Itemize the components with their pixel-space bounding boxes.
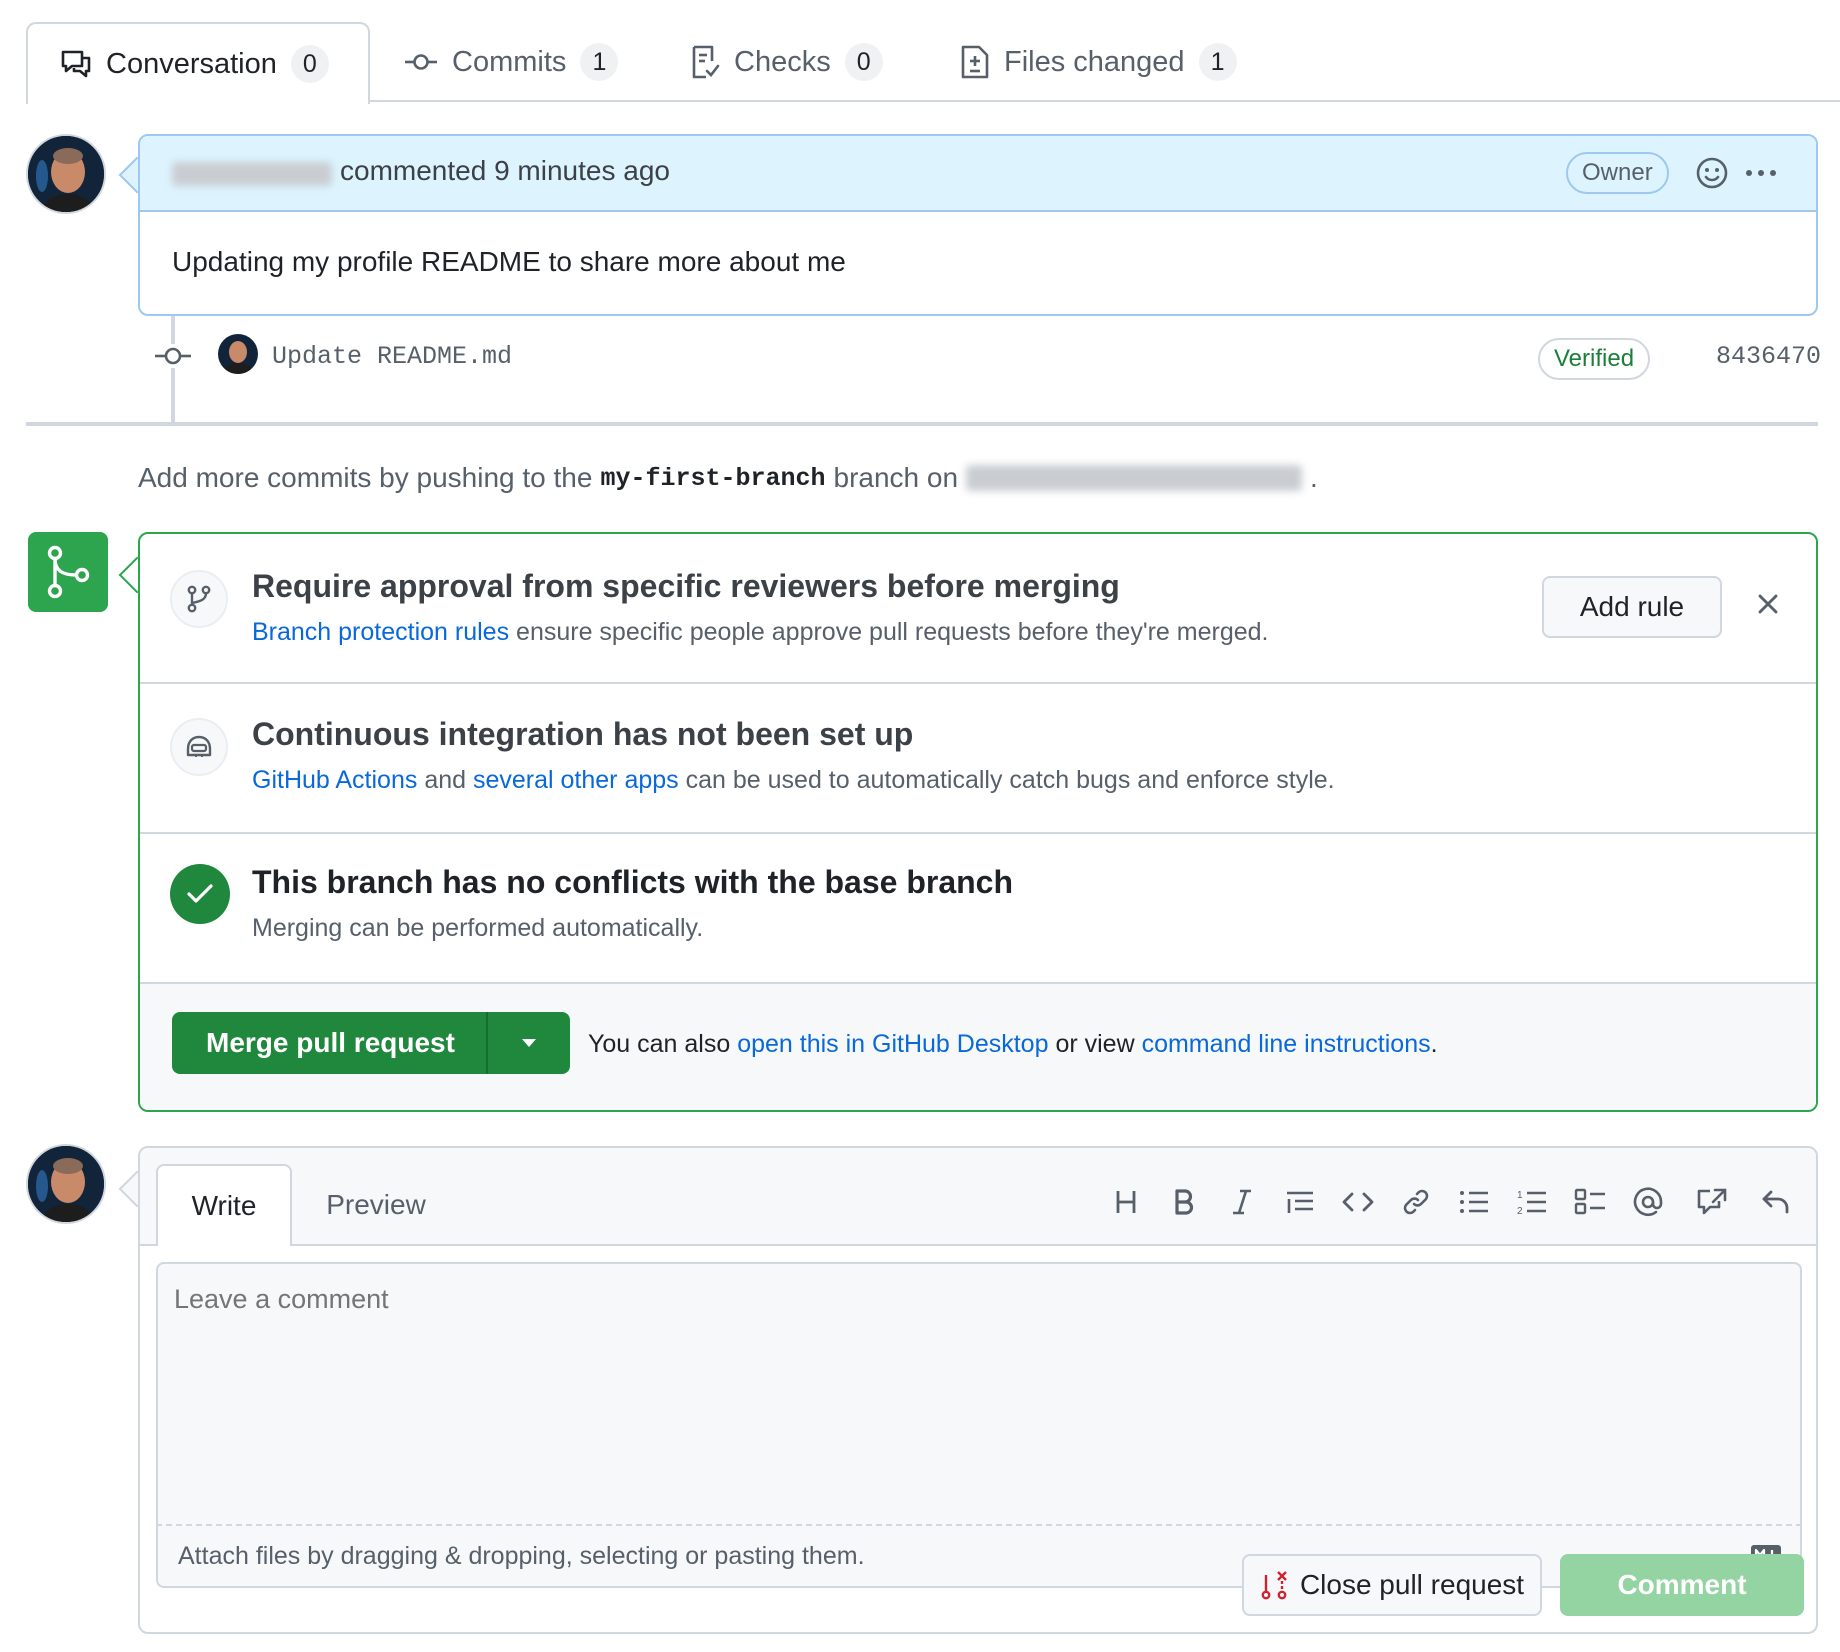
heading-icon[interactable]: [1106, 1182, 1146, 1222]
open-github-desktop-link[interactable]: open this in GitHub Desktop: [737, 1030, 1048, 1058]
smiley-icon[interactable]: [1695, 156, 1729, 190]
comment-box: commented 9 minutes ago Owner Updating m…: [138, 134, 1818, 316]
tab-checks[interactable]: Checks 0: [690, 22, 883, 102]
quote-icon[interactable]: [1280, 1182, 1320, 1222]
merge-section-divider: [140, 832, 1816, 834]
merge-footer: Merge pull request You can also open thi…: [140, 982, 1816, 1110]
commit-sha-link[interactable]: 8436470: [1716, 342, 1821, 371]
approval-title: Require approval from specific reviewers…: [252, 568, 1120, 604]
copilot-robot-icon: [170, 718, 228, 776]
current-user-avatar[interactable]: [26, 1144, 106, 1224]
github-actions-link[interactable]: GitHub Actions: [252, 766, 417, 794]
merge-footer-hint: You can also open this in GitHub Desktop…: [588, 1030, 1438, 1059]
merge-method-dropdown[interactable]: [486, 1012, 570, 1074]
push-hint: Add more commits by pushing to the my-fi…: [138, 462, 1318, 494]
task-list-icon[interactable]: [1570, 1182, 1610, 1222]
no-conflicts-subtitle: Merging can be performed automatically.: [252, 914, 704, 942]
git-merge-icon: [28, 532, 108, 612]
git-branch-icon: [170, 570, 228, 628]
footer-prefix: You can also: [588, 1030, 731, 1058]
comment-action-text: commented 9 minutes ago: [340, 155, 670, 186]
comment-discussion-icon: [60, 49, 92, 79]
no-conflicts-title: This branch has no conflicts with the ba…: [252, 864, 1014, 900]
tab-conversation-count: 0: [290, 45, 329, 83]
merge-section-divider: [140, 682, 1816, 684]
ci-text: can be used to automatically catch bugs …: [685, 766, 1335, 794]
cross-reference-icon[interactable]: [1692, 1182, 1732, 1222]
merge-pull-request-button[interactable]: Merge pull request: [172, 1012, 486, 1074]
command-line-instructions-link[interactable]: command line instructions: [1142, 1030, 1431, 1058]
tab-conversation[interactable]: Conversation 0: [26, 22, 370, 104]
push-hint-suffix: .: [1310, 462, 1318, 493]
ordered-list-icon[interactable]: 12: [1512, 1182, 1552, 1222]
svg-text:1: 1: [1517, 1190, 1523, 1201]
add-rule-button[interactable]: Add rule: [1542, 576, 1722, 638]
comment-editor: Write Preview 12 Leave a comment Attach …: [138, 1146, 1818, 1634]
ci-title: Continuous integration has not been set …: [252, 716, 914, 752]
approval-text: ensure specific people approve pull requ…: [516, 618, 1269, 646]
merge-box: Require approval from specific reviewers…: [138, 532, 1818, 1112]
close-pull-request-button[interactable]: Close pull request: [1242, 1554, 1542, 1616]
tab-checks-count: 0: [844, 43, 883, 81]
check-circle-icon: [170, 864, 230, 924]
checklist-icon: [690, 45, 720, 79]
comment-button[interactable]: Comment: [1560, 1554, 1804, 1616]
close-pull-request-label: Close pull request: [1299, 1569, 1525, 1600]
tab-conversation-label: Conversation: [106, 47, 277, 80]
commit-author-avatar[interactable]: [218, 334, 258, 374]
push-hint-middle: branch on: [833, 462, 959, 493]
attach-files-text: Attach files by dragging & dropping, sel…: [178, 1541, 865, 1570]
footer-suffix: .: [1430, 1030, 1438, 1058]
git-pull-request-closed-icon: [1260, 1569, 1288, 1601]
verified-badge[interactable]: Verified: [1538, 338, 1651, 380]
bold-icon[interactable]: [1164, 1182, 1204, 1222]
tab-write[interactable]: Write: [156, 1164, 292, 1246]
tab-checks-label: Checks: [734, 45, 831, 78]
tab-files-changed-count: 1: [1198, 43, 1237, 81]
other-apps-link[interactable]: several other apps: [473, 766, 679, 794]
tab-preview[interactable]: Preview: [308, 1164, 444, 1246]
timeline-line: [171, 316, 175, 422]
ci-and-text: and: [424, 766, 467, 794]
branch-name: my-first-branch: [600, 463, 826, 493]
push-hint-prefix: Add more commits by pushing to the: [138, 462, 593, 493]
approval-description: Branch protection rules ensure specific …: [252, 618, 1269, 647]
redacted-repo-name: [966, 465, 1303, 491]
git-commit-icon: [154, 344, 192, 368]
comment-body: Updating my profile README to share more…: [172, 246, 846, 277]
branch-protection-rules-link[interactable]: Branch protection rules: [252, 618, 509, 646]
unordered-list-icon[interactable]: [1454, 1182, 1494, 1222]
tab-commits-count: 1: [580, 43, 619, 81]
tab-files-changed[interactable]: Files changed 1: [960, 22, 1237, 102]
reply-icon[interactable]: [1756, 1182, 1796, 1222]
avatar[interactable]: [26, 134, 106, 214]
tab-files-changed-label: Files changed: [1004, 45, 1185, 78]
comment-header: commented 9 minutes ago Owner: [140, 136, 1816, 212]
git-commit-icon: [404, 52, 438, 72]
tab-commits[interactable]: Commits 1: [404, 22, 619, 102]
italic-icon[interactable]: [1222, 1182, 1262, 1222]
editor-header: Write Preview 12: [140, 1148, 1816, 1246]
tab-commits-label: Commits: [452, 45, 567, 78]
comment-textarea[interactable]: [156, 1262, 1802, 1524]
svg-text:2: 2: [1517, 1206, 1523, 1216]
ci-description: GitHub Actions and several other apps ca…: [252, 766, 1335, 795]
attach-files-area[interactable]: Attach files by dragging & dropping, sel…: [156, 1524, 1802, 1588]
footer-middle: or view: [1055, 1030, 1135, 1058]
timeline-divider: [26, 422, 1818, 426]
merge-footer-border: [140, 982, 1816, 984]
kebab-horizontal-icon[interactable]: [1744, 160, 1778, 186]
file-diff-icon: [960, 45, 990, 79]
link-icon[interactable]: [1396, 1182, 1436, 1222]
redacted-username: [172, 162, 332, 186]
close-icon[interactable]: [1754, 590, 1782, 618]
commit-message-link[interactable]: Update README.md: [272, 342, 512, 371]
mention-icon[interactable]: [1628, 1182, 1668, 1222]
owner-badge: Owner: [1566, 152, 1669, 194]
triangle-down-icon: [520, 1037, 538, 1049]
code-icon[interactable]: [1338, 1182, 1378, 1222]
